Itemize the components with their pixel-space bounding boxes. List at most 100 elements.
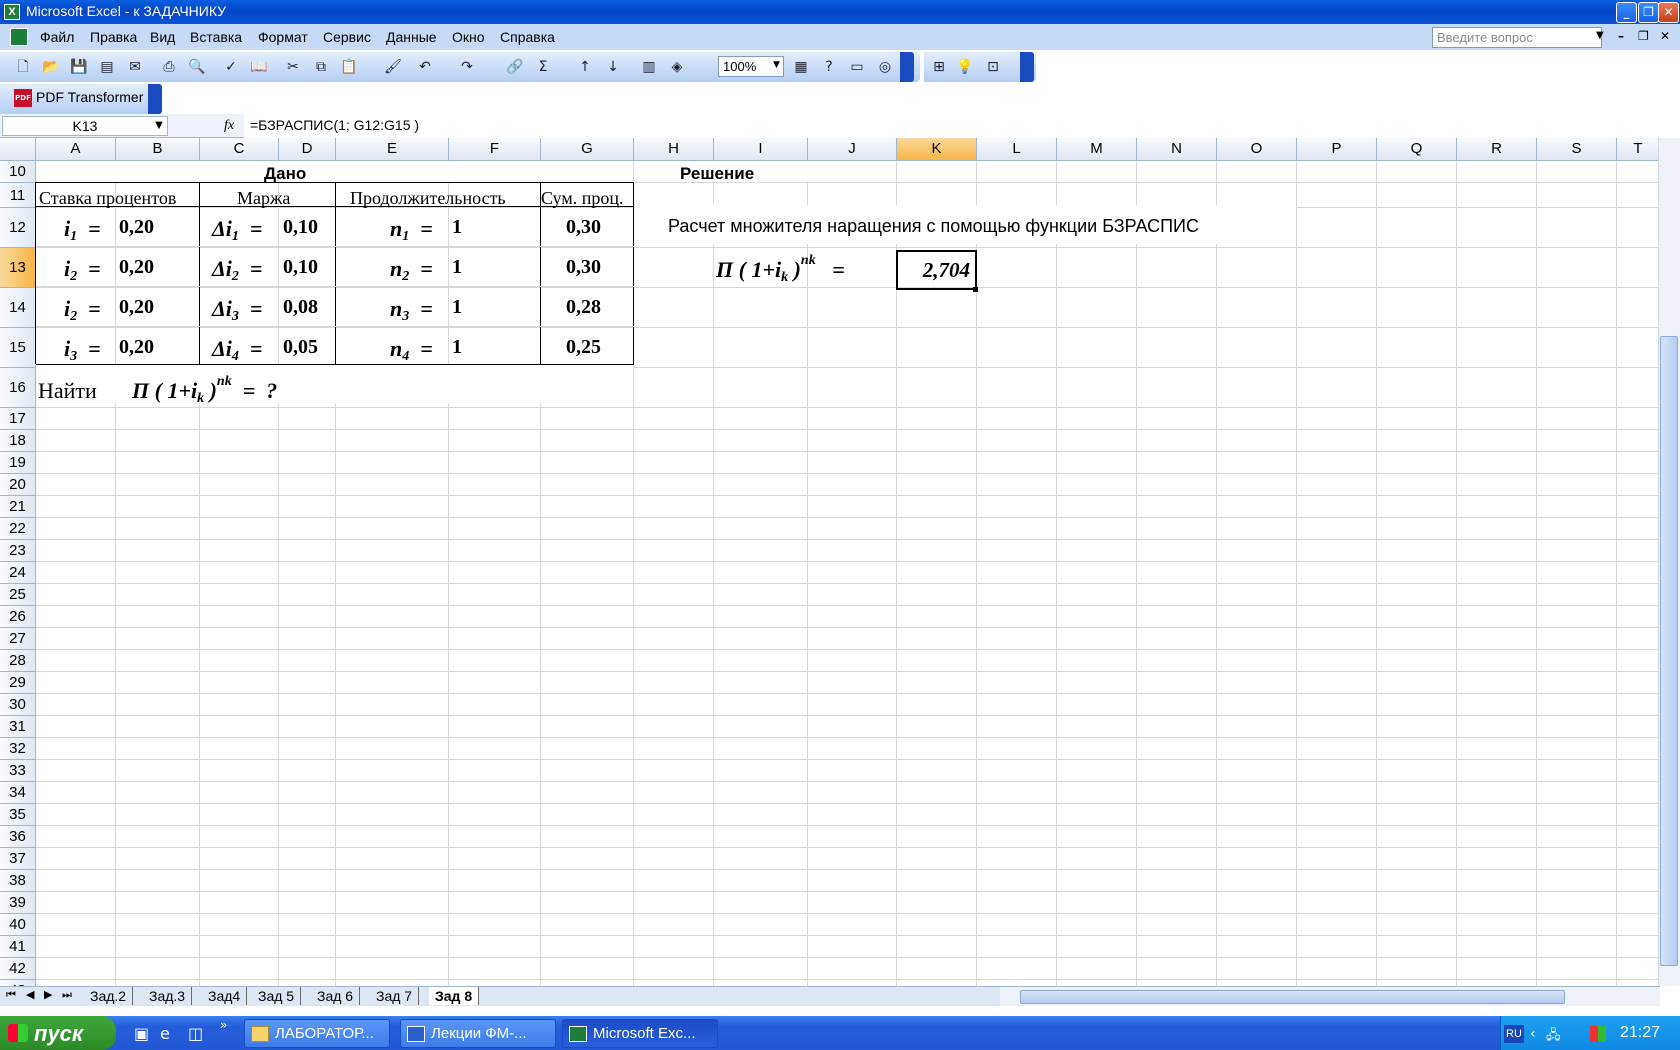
pdf-transformer-button[interactable]: PDF PDF Transformer [14, 89, 143, 108]
column-header-f[interactable]: F [449, 138, 541, 161]
hyperlink-icon[interactable]: 🔗 [506, 58, 524, 76]
row-header-36[interactable]: 36 [0, 826, 36, 848]
fill-handle[interactable] [973, 287, 978, 292]
toolbar2-options-icon[interactable] [1020, 52, 1034, 82]
row-header-25[interactable]: 25 [0, 584, 36, 606]
row-header-15[interactable]: 15 [0, 328, 36, 368]
menu-help[interactable]: Справка [500, 29, 555, 45]
pdf-toolbar-options-icon[interactable] [148, 84, 162, 114]
horizontal-scroll-thumb[interactable] [1020, 990, 1565, 1004]
doc-restore-button[interactable]: ❐ [1638, 29, 1649, 43]
row-header-39[interactable]: 39 [0, 892, 36, 914]
formula-input[interactable]: =БЗРАСПИС(1; G12:G15 ) [244, 114, 1680, 138]
column-header-e[interactable]: E [336, 138, 449, 161]
menu-file[interactable]: Файл [40, 29, 74, 45]
help-icon[interactable]: ? [820, 58, 838, 76]
row-header-34[interactable]: 34 [0, 782, 36, 804]
column-header-c[interactable]: C [200, 138, 279, 161]
tray-arrow-icon[interactable]: ‹ [1530, 1026, 1536, 1042]
redo-icon[interactable]: ↷ [458, 58, 476, 76]
menu-insert[interactable]: Вставка [190, 29, 242, 45]
quicklaunch-ie-icon[interactable]: e [160, 1024, 170, 1043]
row-header-17[interactable]: 17 [0, 408, 36, 430]
row-header-13[interactable]: 13 [0, 248, 36, 288]
chart-wizard-icon[interactable]: ▥ [640, 58, 658, 76]
menu-data[interactable]: Данные [386, 29, 437, 45]
row-header-26[interactable]: 26 [0, 606, 36, 628]
help-search-input[interactable]: Введите вопрос [1432, 27, 1602, 48]
help-dropdown-icon[interactable]: ▼ [1596, 30, 1604, 41]
row-header-23[interactable]: 23 [0, 540, 36, 562]
column-header-m[interactable]: M [1057, 138, 1137, 161]
sheet-tab-5[interactable]: Зад 6 [311, 987, 361, 1005]
maximize-button[interactable]: ❐ [1638, 2, 1659, 23]
column-header-l[interactable]: L [977, 138, 1057, 161]
print-icon[interactable]: ⎙ [160, 58, 178, 76]
cut-icon[interactable]: ✂ [284, 58, 302, 76]
doc-minimize-button[interactable]: – [1618, 29, 1624, 43]
zoom-dropdown-icon[interactable]: ▼ [773, 60, 780, 70]
row-header-42[interactable]: 42 [0, 958, 36, 980]
row-header-37[interactable]: 37 [0, 848, 36, 870]
column-header-p[interactable]: P [1297, 138, 1377, 161]
next-sheet-icon[interactable]: ▶ [44, 988, 52, 1001]
email-icon[interactable]: ✉ [126, 58, 144, 76]
row-header-22[interactable]: 22 [0, 518, 36, 540]
menu-window[interactable]: Окно [452, 29, 485, 45]
quicklaunch-desktop-icon[interactable]: ▣ [134, 1024, 149, 1043]
paste-icon[interactable]: 📋 [340, 58, 358, 76]
sheet-tab-3[interactable]: Зад4 [202, 987, 248, 1005]
toolbar-options-icon[interactable] [900, 52, 914, 82]
doc-close-button[interactable]: ✕ [1660, 29, 1670, 43]
row-header-19[interactable]: 19 [0, 452, 36, 474]
research-icon[interactable]: 📖 [250, 58, 268, 76]
tray-app-icon[interactable] [1590, 1026, 1606, 1042]
minimize-button[interactable]: _ [1616, 2, 1637, 23]
print-preview-icon[interactable]: 🔍 [188, 58, 206, 76]
circle-icon[interactable]: ◎ [876, 58, 894, 76]
row-header-12[interactable]: 12 [0, 208, 36, 248]
column-header-s[interactable]: S [1537, 138, 1617, 161]
sheet-tab-6[interactable]: Зад 7 [370, 987, 420, 1005]
name-box[interactable]: K13 [2, 116, 168, 136]
row-header-41[interactable]: 41 [0, 936, 36, 958]
column-header-t[interactable]: T [1617, 138, 1660, 161]
column-header-r[interactable]: R [1457, 138, 1537, 161]
prev-sheet-icon[interactable]: ◀ [26, 988, 34, 1001]
menu-view[interactable]: Вид [150, 29, 175, 45]
format-painter-icon[interactable]: 🖌 [384, 58, 402, 76]
first-sheet-icon[interactable]: ⏮ [6, 988, 16, 1002]
row-header-28[interactable]: 28 [0, 650, 36, 672]
select-all-button[interactable] [0, 138, 36, 161]
network-icon[interactable]: 🖧 [1546, 1026, 1561, 1048]
row-header-30[interactable]: 30 [0, 694, 36, 716]
row-header-20[interactable]: 20 [0, 474, 36, 496]
quicklaunch-media-icon[interactable]: ◫ [188, 1024, 203, 1043]
column-header-q[interactable]: Q [1377, 138, 1457, 161]
insert-function-icon[interactable]: fx [224, 118, 234, 134]
sheet-tab-4[interactable]: Зад 5 [252, 987, 302, 1005]
start-button[interactable]: пуск [0, 1016, 116, 1050]
row-header-33[interactable]: 33 [0, 760, 36, 782]
name-box-dropdown-icon[interactable]: ▼ [150, 116, 168, 136]
sheet-tab-2[interactable]: Зад.3 [143, 987, 193, 1005]
menu-tools[interactable]: Сервис [323, 29, 371, 45]
sort-descending-icon[interactable]: ↓ [604, 58, 622, 76]
row-header-18[interactable]: 18 [0, 430, 36, 452]
menu-edit[interactable]: Правка [90, 29, 137, 45]
row-header-29[interactable]: 29 [0, 672, 36, 694]
row-header-40[interactable]: 40 [0, 914, 36, 936]
borders-icon[interactable]: ⊡ [984, 58, 1002, 76]
column-header-b[interactable]: B [116, 138, 200, 161]
row-header-27[interactable]: 27 [0, 628, 36, 650]
function-icon[interactable]: ▭ [848, 58, 866, 76]
spelling-icon[interactable]: ✓ [222, 58, 240, 76]
column-header-a[interactable]: A [36, 138, 116, 161]
taskbar-folder-button[interactable]: ЛАБОРАТОР... [244, 1019, 390, 1048]
lightbulb-icon[interactable]: 💡 [956, 58, 974, 76]
column-header-i[interactable]: I [714, 138, 808, 161]
row-header-21[interactable]: 21 [0, 496, 36, 518]
save-icon[interactable]: 💾 [70, 58, 88, 76]
quicklaunch-more-icon[interactable]: » [220, 1018, 227, 1032]
language-indicator[interactable]: RU [1504, 1025, 1524, 1043]
